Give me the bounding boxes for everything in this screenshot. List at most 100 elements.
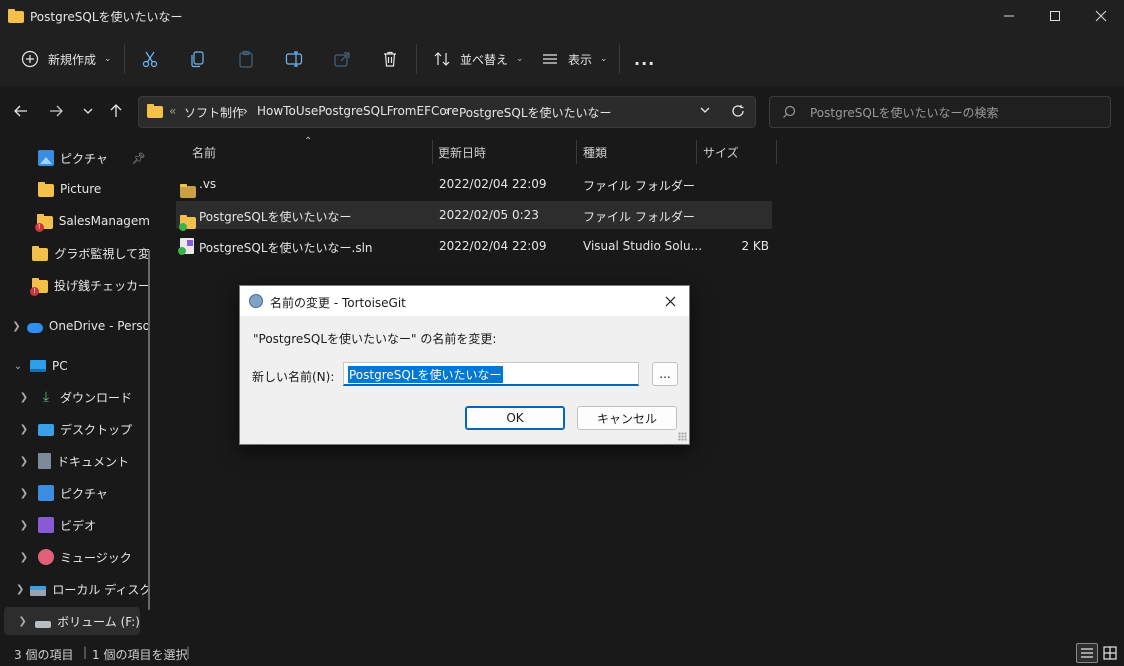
dialog-body: "PostgreSQLを使いたいなー" の名前を変更: 新しい名前(N): Po… [240,316,689,444]
cut-button[interactable] [140,43,160,75]
sidebar-item-label: ミュージック [60,550,132,565]
breadcrumb-item[interactable]: HowToUsePostgreSQLFromEFCore [257,104,459,118]
back-button[interactable] [8,98,34,124]
sidebar-item-pictures[interactable]: ❯ ピクチャ [0,479,150,507]
chevron-right-icon[interactable]: ❯ [16,616,29,627]
column-header-type[interactable]: 種類 [583,144,607,161]
sidebar-item-gpu-monitor[interactable]: グラボ監視して変 [0,239,150,267]
table-row[interactable]: PostgreSQLを使いたいなー 2022/02/05 0:23 ファイル フ… [176,201,772,231]
disk-icon [30,586,47,596]
column-divider[interactable] [776,140,777,164]
plus-circle-icon [20,49,40,69]
chevron-right-icon[interactable]: ❯ [16,520,32,531]
ok-button[interactable]: OK [465,406,565,430]
dialog-close-button[interactable] [660,292,680,310]
sidebar-item-tip-checker[interactable]: ! 投げ銭チェッカー [0,271,150,299]
column-divider[interactable] [696,140,697,164]
sidebar-item-documents[interactable]: ❯ ドキュメント [0,447,150,475]
breadcrumb-item[interactable]: PostgreSQLを使いたいなー [459,104,612,121]
delete-button[interactable] [380,43,400,75]
pictures-icon [38,150,54,166]
sidebar-item-label: グラボ監視して変 [54,246,150,261]
sidebar-item-onedrive[interactable]: ❯ OneDrive - Perso [0,312,150,340]
minimize-button[interactable] [986,0,1032,32]
address-dropdown-button[interactable] [699,104,715,120]
chevron-right-icon[interactable]: ❯ [16,424,32,435]
browse-button[interactable]: ... [652,362,678,386]
sidebar-item-desktop[interactable]: ❯ デスクトップ [0,415,150,443]
up-button[interactable] [103,98,129,124]
file-size: 2 KB [741,239,769,253]
dialog-title-bar[interactable]: 名前の変更 - TortoiseGit [240,286,689,316]
new-button[interactable]: 新規作成 ⌄ [20,43,112,75]
chevron-down-icon[interactable]: ⌄ [10,361,26,372]
sidebar-item-salesmanagem[interactable]: ! SalesManagem [0,207,150,235]
chevron-right-icon[interactable]: ❯ [16,488,32,499]
sort-button[interactable]: 並べ替え ⌄ [432,43,524,75]
chevron-right-icon[interactable]: ❯ [16,584,24,595]
chevron-right-icon[interactable]: ❯ [16,456,32,467]
chevron-down-icon: ⌄ [600,54,608,64]
more-button[interactable]: ... [634,43,655,75]
selected-count: 1 個の項目を選択 [92,648,188,662]
paste-button[interactable] [236,43,256,75]
chevron-down-icon [83,108,93,114]
breadcrumb-overflow[interactable]: « [169,104,176,118]
sidebar-item-label: SalesManagem [58,214,150,228]
sidebar-item-label: PC [52,359,68,373]
column-header-size[interactable]: サイズ [703,144,739,161]
sort-label: 並べ替え [460,52,509,67]
sidebar-item-pc[interactable]: ⌄ PC [0,352,150,380]
copy-button[interactable] [188,43,208,75]
column-header-name[interactable]: 名前 [192,144,216,161]
cancel-button[interactable]: キャンセル [577,406,677,430]
sidebar-item-videos[interactable]: ❯ ビデオ [0,511,150,539]
rename-button[interactable] [284,43,304,75]
drive-icon [35,620,52,628]
desktop-icon [38,424,54,436]
folder-icon [180,184,196,198]
refresh-button[interactable] [731,104,747,120]
file-name: PostgreSQLを使いたいなー [199,210,352,224]
breadcrumb-item[interactable]: ソフト制作 [184,104,244,121]
sidebar-item-local-disk[interactable]: ❯ ローカル ディスク ( [0,575,150,603]
column-divider[interactable] [432,140,433,164]
maximize-button[interactable] [1032,0,1078,32]
chevron-right-icon[interactable]: ❯ [16,552,32,563]
search-box[interactable]: PostgreSQLを使いたいなーの検索 [769,96,1111,128]
sidebar-item-label: ピクチャ [60,486,108,501]
rename-dialog: 名前の変更 - TortoiseGit "PostgreSQLを使いたいなー" … [239,285,690,445]
close-icon [1095,10,1107,22]
new-name-label: 新しい名前(N): [252,370,335,384]
sidebar-item-downloads[interactable]: ❯ ⤓ ダウンロード [0,383,150,411]
forward-button[interactable] [43,98,69,124]
new-name-input[interactable]: PostgreSQLを使いたいなー [343,362,639,386]
folder-icon [147,104,163,118]
sidebar-scrollbar[interactable] [148,250,150,610]
sidebar-item-volume-f[interactable]: ❯ ボリューム (F:) [4,607,140,635]
table-row[interactable]: PostgreSQLを使いたいなー.sln 2022/02/04 22:09 V… [176,232,772,260]
column-header-date[interactable]: 更新日時 [438,144,486,161]
chevron-down-icon [700,107,710,113]
sidebar-item-music[interactable]: ❯ ミュージック [0,543,150,571]
chevron-right-icon[interactable]: ❯ [10,321,23,332]
dialog-title: 名前の変更 - TortoiseGit [270,296,406,310]
details-view-button[interactable] [1076,643,1098,663]
sidebar-item-picture[interactable]: Picture [0,175,150,203]
resize-grip-icon[interactable] [678,432,687,441]
share-button[interactable] [332,43,352,75]
chevron-right-icon[interactable]: ❯ [16,392,32,403]
address-bar[interactable]: « ソフト制作 › HowToUsePostgreSQLFromEFCore ›… [138,96,756,128]
sidebar-item-pictures-pinned[interactable]: ピクチャ 📌︎ [0,144,150,172]
tiles-view-button[interactable] [1100,643,1120,663]
item-count: 3 個の項目 [14,648,74,662]
minimize-icon [1004,15,1014,17]
column-divider[interactable] [576,140,577,164]
recent-locations-button[interactable] [75,98,101,124]
close-button[interactable] [1078,0,1124,32]
folder-icon [38,181,54,197]
table-row[interactable]: .vs 2022/02/04 22:09 ファイル フォルダー [176,170,772,198]
status-bar: 3 個の項目 | 1 個の項目を選択 | [0,640,1124,666]
details-view-icon [1081,648,1093,658]
view-button[interactable]: 表示 ⌄ [540,43,608,75]
